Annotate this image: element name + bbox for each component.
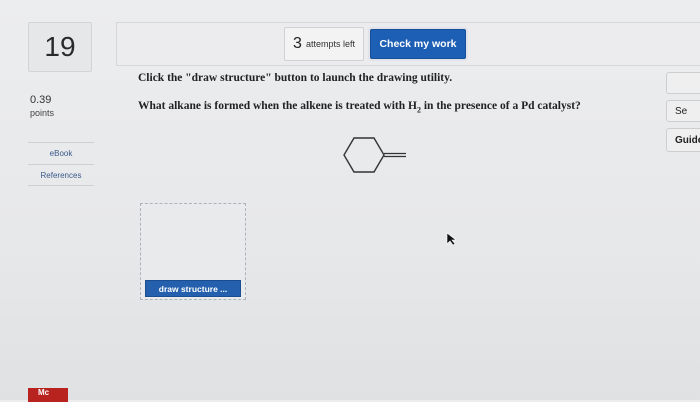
attempts-label: attempts left bbox=[305, 39, 355, 49]
ebook-link[interactable]: eBook bbox=[28, 142, 94, 163]
question-text-part1: What alkane is formed when the alkene is… bbox=[138, 100, 417, 112]
mouse-cursor-icon bbox=[446, 232, 457, 246]
question-score: 0.39 bbox=[30, 94, 52, 106]
instruction-text: Click the "draw structure" button to lau… bbox=[138, 72, 453, 84]
right-panel-button-1[interactable] bbox=[666, 72, 700, 94]
guide-button[interactable]: Guide bbox=[666, 128, 700, 152]
draw-structure-button[interactable]: draw structure ... bbox=[145, 280, 241, 297]
references-link[interactable]: References bbox=[28, 164, 94, 186]
right-panel-button-2[interactable]: Se bbox=[666, 100, 700, 122]
right-panel-button-2-label: Se bbox=[675, 105, 688, 117]
question-number: 19 bbox=[28, 22, 92, 72]
question-text: What alkane is formed when the alkene is… bbox=[138, 100, 581, 114]
points-label: points bbox=[30, 108, 55, 118]
guide-label: Guide bbox=[675, 134, 700, 146]
methylenecyclohexane-structure bbox=[343, 137, 406, 173]
attempts-indicator: 3 attempts left bbox=[284, 27, 364, 61]
question-text-part2: in the presence of a Pd catalyst? bbox=[420, 100, 581, 112]
check-my-work-button[interactable]: Check my work bbox=[370, 29, 466, 59]
attempts-count: 3 bbox=[293, 35, 302, 52]
